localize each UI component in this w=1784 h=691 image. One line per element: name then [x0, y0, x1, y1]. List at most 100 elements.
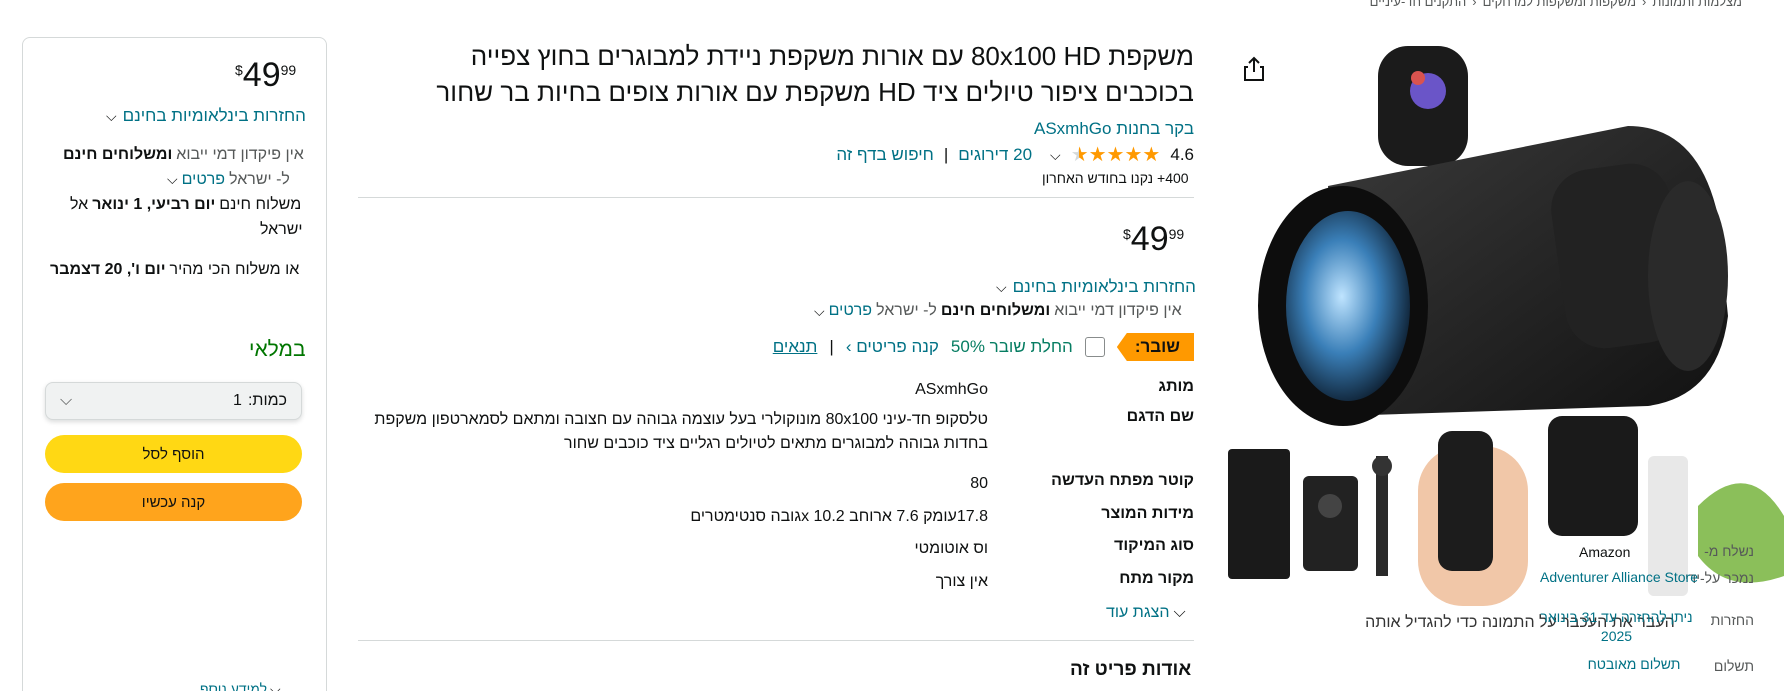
ships-from-value: Amazon: [1579, 544, 1631, 560]
ships-from-label: נשלח מ-: [1704, 543, 1754, 559]
buy-now-button[interactable]: קנה עכשיו: [45, 483, 302, 521]
quantity-display: כמות: 1: [233, 392, 287, 410]
price-fraction: 99: [1168, 226, 1185, 242]
divider: |: [829, 337, 834, 356]
spec-key: קוטר מפתח העדשה: [1051, 472, 1194, 489]
buybox-import-line: אין פיקדון דמי ייבוא ומשלוחים חינם: [63, 146, 304, 164]
store-link[interactable]: בקר בחנות ASxmhGo: [1034, 119, 1194, 139]
delivery-country: ישראל: [260, 221, 303, 238]
spec-value: ASxmhGo: [915, 381, 988, 398]
spec-row: מקור מתח אין צורך: [358, 570, 1194, 594]
returns-link[interactable]: ניתן להחזרה עד 31 בינואר 2025: [1534, 608, 1699, 646]
free-shipping-text: ומשלוחים חינם: [940, 302, 1051, 319]
payment-label: תשלום: [1713, 658, 1754, 674]
add-to-cart-button[interactable]: הוסף לסל: [45, 435, 302, 473]
quantity-value: 1: [233, 392, 242, 409]
price-fraction: 99: [280, 62, 297, 78]
spec-row: מותג ASxmhGo: [358, 378, 1194, 402]
breadcrumb-item[interactable]: מצלמות ותמונות: [1652, 0, 1742, 9]
spec-value: 17.8עומק 7.6 ארוחב 10.2 xגובה סנטימטרים: [690, 508, 988, 525]
returns-label: החזרות: [1710, 612, 1754, 628]
in-stock-label: במלאי: [249, 338, 306, 361]
shop-items-link[interactable]: קנה פריטים ›: [846, 337, 939, 357]
delivery-date: יום רביעי, 1 ינואר: [92, 196, 216, 213]
price-whole: 49: [1130, 220, 1169, 258]
quantity-select[interactable]: כמות: 1 ⌵: [45, 382, 302, 420]
delivery-line: משלוח חינם יום רביעי, 1 ינואר אל: [70, 196, 301, 214]
product-title-line: משקפת 80x100 HD עם אורות משקפת ניידת למב…: [470, 41, 1194, 71]
spec-key: שם הדגם: [1126, 408, 1194, 425]
chevron-down-icon: ⌵: [106, 107, 117, 124]
destination-text: ל- ישראל: [876, 302, 937, 319]
details-link[interactable]: פרטים: [182, 171, 225, 189]
divider: [358, 197, 1194, 198]
product-title: משקפת 80x100 HD עם אורות משקפת ניידת למב…: [358, 38, 1194, 110]
spec-row: סוג המיקוד וס אוטומטי: [358, 537, 1195, 561]
spec-row: קוטר מפתח העדשה 80: [358, 472, 1194, 496]
price-currency: $: [235, 62, 243, 78]
buybox-free-returns-link[interactable]: החזרות בינלאומיות בחינם ⌵: [106, 106, 306, 126]
chevron-down-icon[interactable]: ⌵: [814, 303, 825, 320]
sold-by-link[interactable]: Adventurer Alliance Store: [1539, 568, 1699, 587]
spec-value: טלסקופ חד-עיני 80x100 מונוקולרי בעל עוצמ…: [374, 411, 988, 452]
breadcrumb-separator: ‹: [1472, 0, 1477, 9]
spec-value: 80: [970, 475, 988, 492]
quantity-label: כמות:: [247, 392, 287, 409]
payment-link[interactable]: תשלום מאובטח: [1564, 655, 1704, 674]
rating-row: 4.6 ★ ★ ★ ★ ★ ⌵ 20 דירוגים | חיפוש בדף ז…: [814, 142, 1194, 168]
buybox-price: $ 49 99: [235, 56, 296, 94]
price-whole: 49: [242, 56, 281, 94]
terms-link[interactable]: תנאים: [773, 337, 818, 357]
price-currency: $: [1123, 226, 1131, 242]
rating-value: 4.6: [1170, 145, 1194, 164]
details-link[interactable]: פרטים: [829, 302, 872, 320]
delivery-prefix: משלוח חינם: [219, 196, 302, 213]
chevron-down-icon: ⌵: [60, 392, 73, 409]
import-fees-text: אין פיקדון דמי ייבוא: [1054, 302, 1182, 319]
free-returns-link[interactable]: החזרות בינלאומיות בחינם ⌵: [996, 277, 1196, 297]
spec-value: אין צורך: [935, 573, 988, 590]
bought-count: 400+ נקנו בחודש האחרון: [1042, 170, 1189, 186]
destination-text: ל- ישראל: [229, 171, 290, 188]
breadcrumb-separator: ‹: [1642, 0, 1647, 9]
see-more-link[interactable]: ⌵ למידע נוסף: [200, 681, 281, 691]
coupon-row: שובר: החלת שובר 50% קנה פריטים › | תנאים: [770, 331, 1194, 363]
spec-key: סוג המיקוד: [1114, 537, 1194, 554]
show-more-label: הצגת עוד: [1106, 604, 1170, 621]
free-returns-label: החזרות בינלאומיות בחינם: [1012, 277, 1196, 296]
breadcrumb-item[interactable]: משקפות ומשקפות למרחקים: [1483, 0, 1636, 9]
search-page-link[interactable]: חיפוש בדף זה: [836, 145, 934, 165]
spec-row: שם הדגם טלסקופ חד-עיני 80x100 מונוקולרי …: [358, 408, 1194, 456]
product-image[interactable]: [1228, 36, 1784, 611]
star-icon: ★: [1124, 144, 1143, 166]
product-title-line: בכוכבים ציפור טיולים ציד HD משקפת עם אור…: [436, 77, 1194, 107]
ratings-count-link[interactable]: 20 דירוגים: [958, 145, 1032, 165]
chevron-down-icon[interactable]: ⌵: [167, 171, 178, 189]
buybox-destination-line: ל- ישראל פרטים ⌵: [167, 171, 290, 189]
free-returns-label: החזרות בינלאומיות בחינם: [122, 106, 306, 125]
star-icon: ★: [1142, 144, 1161, 166]
show-more-link[interactable]: ⌵ הצגת עוד: [1106, 604, 1186, 622]
star-rating[interactable]: ★ ★ ★ ★ ★: [1071, 145, 1161, 165]
about-heading: אודות פריט זה: [1070, 659, 1192, 680]
chevron-down-icon: ⌵: [1173, 604, 1186, 621]
star-half-icon: ★: [1070, 144, 1089, 166]
spec-key: מידות המוצר: [1101, 505, 1194, 522]
fastest-prefix: או משלוח הכי מהיר: [169, 261, 300, 278]
chevron-down-icon: ⌵: [996, 278, 1007, 295]
spec-key: מקור מתח: [1119, 570, 1194, 587]
chevron-down-icon[interactable]: ⌵: [1050, 147, 1061, 164]
delivery-suffix: אל: [70, 196, 89, 213]
coupon-apply-label[interactable]: החלת שובר 50%: [951, 337, 1073, 357]
import-fees-text: אין פיקדון דמי ייבוא: [176, 146, 304, 163]
spec-row: מידות המוצר 17.8עומק 7.6 ארוחב 10.2 xגוב…: [358, 505, 1194, 529]
free-shipping-text: ומשלוחים חינם: [63, 146, 173, 163]
spec-value: וס אוטומטי: [914, 540, 989, 557]
fastest-date: יום ו', 20 דצמבר: [50, 261, 166, 278]
divider: |: [943, 145, 949, 164]
spec-key: מותג: [1158, 378, 1194, 395]
breadcrumb-item[interactable]: התקנים חד-עיניים: [1370, 0, 1467, 9]
divider: [358, 640, 1194, 641]
coupon-checkbox[interactable]: [1084, 337, 1105, 357]
star-icon: ★: [1088, 144, 1107, 166]
